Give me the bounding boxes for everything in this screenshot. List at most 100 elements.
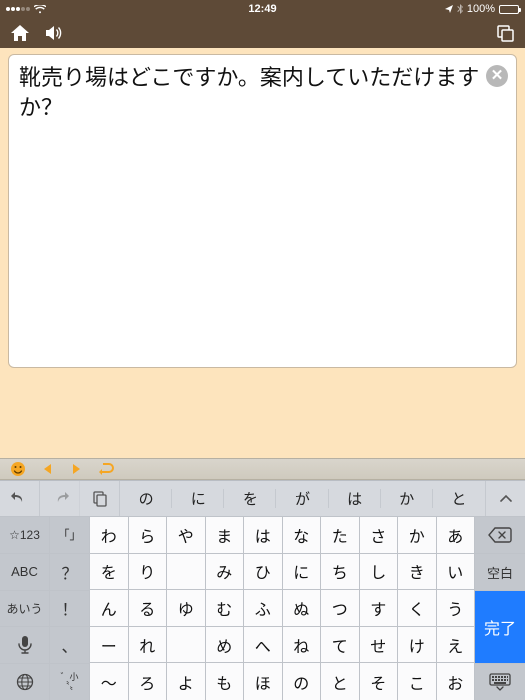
- mini-toolbar: [0, 458, 525, 480]
- clear-button[interactable]: ✕: [486, 65, 508, 87]
- kana-key[interactable]: ー: [90, 627, 129, 664]
- suggestion-item[interactable]: は: [329, 481, 381, 516]
- battery-icon: [499, 5, 519, 14]
- close-icon: ✕: [491, 66, 504, 86]
- prev-icon[interactable]: [42, 463, 54, 475]
- punct-question-key[interactable]: ？: [50, 554, 90, 591]
- kana-key[interactable]: は: [244, 517, 283, 554]
- kana-key[interactable]: ろ: [129, 663, 168, 700]
- done-key[interactable]: 完了: [475, 591, 525, 664]
- kana-key[interactable]: む: [206, 590, 245, 627]
- mic-key[interactable]: [0, 627, 50, 664]
- kana-key[interactable]: め: [206, 627, 245, 664]
- kana-key[interactable]: ゆ: [167, 590, 206, 627]
- signal-dots-icon: [6, 7, 30, 11]
- kana-key[interactable]: と: [321, 663, 360, 700]
- backspace-key[interactable]: [475, 517, 525, 554]
- kana-key[interactable]: く: [398, 590, 437, 627]
- kana-key[interactable]: て: [321, 627, 360, 664]
- kana-key[interactable]: お: [437, 663, 476, 700]
- kana-modifier-key[interactable]: ゛小 〝〟: [50, 664, 90, 700]
- suggestion-item[interactable]: の: [120, 481, 172, 516]
- wifi-icon: [34, 5, 46, 14]
- kana-key[interactable]: か: [398, 517, 437, 554]
- suggestion-item[interactable]: が: [276, 481, 328, 516]
- kana-key[interactable]: ね: [283, 627, 322, 664]
- dismiss-keyboard-key[interactable]: [475, 664, 525, 700]
- kana-key[interactable]: ひ: [244, 554, 283, 591]
- kana-key[interactable]: の: [283, 663, 322, 700]
- fullscreen-icon[interactable]: [495, 24, 515, 42]
- kana-key[interactable]: あ: [437, 517, 476, 554]
- home-icon[interactable]: [10, 24, 30, 42]
- kana-key[interactable]: れ: [129, 627, 168, 664]
- kana-key[interactable]: そ: [360, 663, 399, 700]
- kana-key[interactable]: ふ: [244, 590, 283, 627]
- kana-key[interactable]: さ: [360, 517, 399, 554]
- punct-brackets-key[interactable]: 「」: [50, 517, 90, 554]
- expand-suggestions-button[interactable]: [485, 481, 525, 516]
- suggestion-item[interactable]: と: [433, 481, 485, 516]
- punct-comma-key[interactable]: 、: [50, 627, 90, 664]
- kana-key[interactable]: ま: [206, 517, 245, 554]
- redo-button[interactable]: [40, 481, 80, 516]
- kana-key-blank: [167, 627, 206, 664]
- kana-key[interactable]: も: [206, 663, 245, 700]
- kana-key[interactable]: ら: [129, 517, 168, 554]
- mode-abc-key[interactable]: ABC: [0, 554, 50, 591]
- speaker-icon[interactable]: [44, 24, 64, 42]
- mode-num-key[interactable]: ☆123: [0, 517, 50, 554]
- undo-button[interactable]: [0, 481, 40, 516]
- kana-key[interactable]: し: [360, 554, 399, 591]
- clipboard-button[interactable]: [80, 481, 120, 516]
- kana-key[interactable]: や: [167, 517, 206, 554]
- app-toolbar: [0, 18, 525, 48]
- kana-key[interactable]: す: [360, 590, 399, 627]
- kana-key-blank: [167, 554, 206, 591]
- text-input-card[interactable]: 靴売り場はどこですか。案内していただけますか？ ✕: [8, 54, 517, 368]
- kana-key[interactable]: え: [437, 627, 476, 664]
- kana-key[interactable]: り: [129, 554, 168, 591]
- emoji-icon[interactable]: [10, 461, 26, 477]
- kana-key[interactable]: ち: [321, 554, 360, 591]
- kana-key[interactable]: に: [283, 554, 322, 591]
- keyboard: のにをがはかと ☆123 ABC あいう 「」 ？ ！ 、 ゛小 〝〟: [0, 480, 525, 700]
- location-icon: [445, 5, 453, 13]
- punct-exclaim-key[interactable]: ！: [50, 591, 90, 628]
- kana-key[interactable]: へ: [244, 627, 283, 664]
- kana-key[interactable]: な: [283, 517, 322, 554]
- battery-pct: 100%: [467, 3, 495, 15]
- next-icon[interactable]: [70, 463, 82, 475]
- suggestion-bar: のにをがはかと: [0, 481, 525, 517]
- mode-kana-key[interactable]: あいう: [0, 591, 50, 628]
- kana-key[interactable]: ぬ: [283, 590, 322, 627]
- bluetooth-icon: [457, 4, 463, 14]
- kana-key[interactable]: を: [90, 554, 129, 591]
- space-key[interactable]: 空白: [475, 554, 525, 591]
- suggestion-item[interactable]: か: [381, 481, 433, 516]
- text-content: 靴売り場はどこですか。案内していただけますか？: [19, 65, 479, 120]
- globe-key[interactable]: [0, 664, 50, 700]
- kana-key[interactable]: せ: [360, 627, 399, 664]
- kana-key[interactable]: い: [437, 554, 476, 591]
- action-column: 空白 完了: [475, 517, 525, 700]
- kana-key[interactable]: る: [129, 590, 168, 627]
- status-bar: 12:49 100%: [0, 0, 525, 18]
- kana-key[interactable]: つ: [321, 590, 360, 627]
- kana-grid: わらやまはなたさかあをり みひにちしきいんるゆむふぬつすくうーれ めへねてせけえ〜ろ…: [90, 517, 475, 700]
- suggestion-item[interactable]: を: [224, 481, 276, 516]
- kana-key[interactable]: わ: [90, 517, 129, 554]
- kana-key[interactable]: 〜: [90, 663, 129, 700]
- kana-key[interactable]: よ: [167, 663, 206, 700]
- kana-mod-bot: 〝〟: [60, 682, 78, 691]
- kana-key[interactable]: ほ: [244, 663, 283, 700]
- kana-key[interactable]: み: [206, 554, 245, 591]
- kana-key[interactable]: ん: [90, 590, 129, 627]
- kana-key[interactable]: け: [398, 627, 437, 664]
- kana-key[interactable]: た: [321, 517, 360, 554]
- kana-key[interactable]: う: [437, 590, 476, 627]
- kana-key[interactable]: こ: [398, 663, 437, 700]
- kana-key[interactable]: き: [398, 554, 437, 591]
- suggestion-item[interactable]: に: [172, 481, 224, 516]
- return-icon[interactable]: [98, 462, 114, 476]
